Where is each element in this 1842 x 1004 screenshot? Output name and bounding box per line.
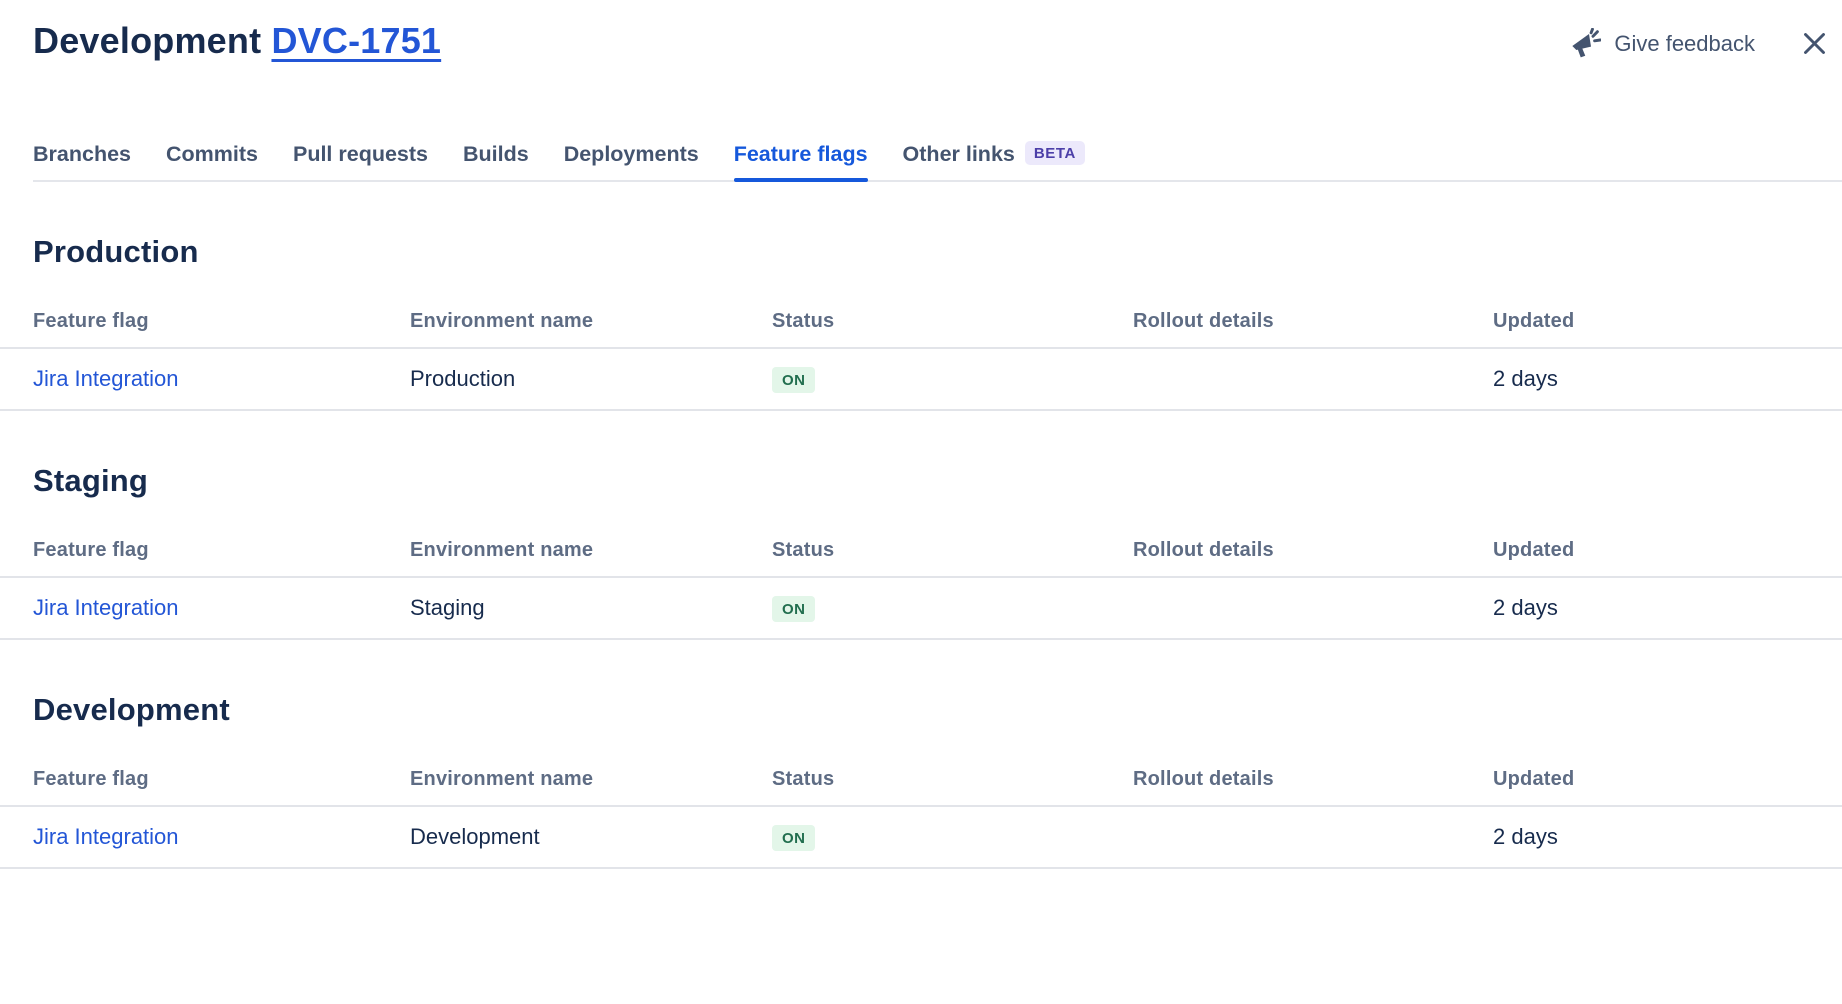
header-actions: Give feedback xyxy=(1569,26,1832,61)
section-heading: Production xyxy=(33,232,1842,272)
feature-flag-link[interactable]: Jira Integration xyxy=(33,824,179,849)
table-row: Jira Integration Development ON 2 days xyxy=(0,806,1842,868)
environment-section: Staging Feature flag Environment name St… xyxy=(0,461,1842,640)
feature-flags-table: Feature flag Environment name Status Rol… xyxy=(0,730,1842,869)
rollout-details-cell xyxy=(1133,577,1493,639)
dialog-header: Development DVC-1751 Give feedback xyxy=(0,18,1842,64)
page-title-text: Development xyxy=(33,20,261,61)
dev-panel-tabs: Branches Commits Pull requests Builds De… xyxy=(33,142,1842,182)
column-header-feature-flag: Feature flag xyxy=(0,730,410,806)
megaphone-icon xyxy=(1569,28,1601,60)
beta-badge: BETA xyxy=(1025,141,1085,165)
feature-flags-table: Feature flag Environment name Status Rol… xyxy=(0,501,1842,640)
tab-label: Pull requests xyxy=(293,142,428,167)
give-feedback-label: Give feedback xyxy=(1614,31,1755,57)
status-badge: ON xyxy=(772,825,815,851)
environment-name-cell: Development xyxy=(410,806,772,868)
column-header-rollout-details: Rollout details xyxy=(1133,272,1493,348)
status-cell: ON xyxy=(772,806,1133,868)
table-header-row: Feature flag Environment name Status Rol… xyxy=(0,272,1842,348)
column-header-environment-name: Environment name xyxy=(410,730,772,806)
tab-branches[interactable]: Branches xyxy=(33,142,131,180)
tab-deployments[interactable]: Deployments xyxy=(564,142,699,180)
environment-name-cell: Staging xyxy=(410,577,772,639)
tab-feature-flags[interactable]: Feature flags xyxy=(734,142,868,180)
feature-flag-cell: Jira Integration xyxy=(0,577,410,639)
status-badge: ON xyxy=(772,367,815,393)
status-cell: ON xyxy=(772,577,1133,639)
updated-cell: 2 days xyxy=(1493,806,1842,868)
rollout-details-cell xyxy=(1133,806,1493,868)
table-header-row: Feature flag Environment name Status Rol… xyxy=(0,501,1842,577)
column-header-updated: Updated xyxy=(1493,501,1842,577)
updated-cell: 2 days xyxy=(1493,348,1842,410)
column-header-status: Status xyxy=(772,730,1133,806)
column-header-rollout-details: Rollout details xyxy=(1133,501,1493,577)
tab-label: Branches xyxy=(33,142,131,167)
environment-section: Production Feature flag Environment name… xyxy=(0,232,1842,411)
feature-flags-content: Production Feature flag Environment name… xyxy=(0,232,1842,869)
development-dialog: Development DVC-1751 Give feedback xyxy=(0,0,1842,869)
column-header-updated: Updated xyxy=(1493,730,1842,806)
feature-flags-table: Feature flag Environment name Status Rol… xyxy=(0,272,1842,411)
close-button[interactable] xyxy=(1797,26,1832,61)
table-row: Jira Integration Production ON 2 days xyxy=(0,348,1842,410)
section-heading: Staging xyxy=(33,461,1842,501)
feature-flag-cell: Jira Integration xyxy=(0,806,410,868)
column-header-status: Status xyxy=(772,501,1133,577)
tab-label: Builds xyxy=(463,142,529,167)
issue-key-link[interactable]: DVC-1751 xyxy=(271,20,441,61)
environment-section: Development Feature flag Environment nam… xyxy=(0,690,1842,869)
feature-flag-link[interactable]: Jira Integration xyxy=(33,595,179,620)
status-badge: ON xyxy=(772,596,815,622)
close-icon xyxy=(1801,30,1828,57)
table-row: Jira Integration Staging ON 2 days xyxy=(0,577,1842,639)
rollout-details-cell xyxy=(1133,348,1493,410)
column-header-feature-flag: Feature flag xyxy=(0,501,410,577)
section-heading: Development xyxy=(33,690,1842,730)
column-header-updated: Updated xyxy=(1493,272,1842,348)
tab-commits[interactable]: Commits xyxy=(166,142,258,180)
tab-label: Commits xyxy=(166,142,258,167)
column-header-environment-name: Environment name xyxy=(410,272,772,348)
tab-label: Deployments xyxy=(564,142,699,167)
give-feedback-button[interactable]: Give feedback xyxy=(1569,28,1755,60)
table-header-row: Feature flag Environment name Status Rol… xyxy=(0,730,1842,806)
column-header-status: Status xyxy=(772,272,1133,348)
feature-flag-cell: Jira Integration xyxy=(0,348,410,410)
tab-builds[interactable]: Builds xyxy=(463,142,529,180)
column-header-rollout-details: Rollout details xyxy=(1133,730,1493,806)
tab-label: Feature flags xyxy=(734,142,868,167)
page-title: Development DVC-1751 xyxy=(33,18,441,64)
column-header-feature-flag: Feature flag xyxy=(0,272,410,348)
feature-flag-link[interactable]: Jira Integration xyxy=(33,366,179,391)
tab-pull-requests[interactable]: Pull requests xyxy=(293,142,428,180)
updated-cell: 2 days xyxy=(1493,577,1842,639)
tab-label: Other links xyxy=(903,142,1015,167)
status-cell: ON xyxy=(772,348,1133,410)
environment-name-cell: Production xyxy=(410,348,772,410)
tab-other-links[interactable]: Other links BETA xyxy=(903,142,1085,180)
column-header-environment-name: Environment name xyxy=(410,501,772,577)
